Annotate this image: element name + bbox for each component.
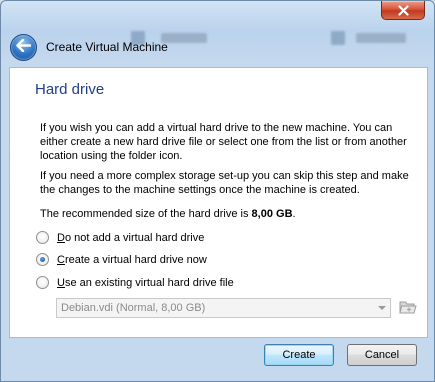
create-button[interactable]: Create xyxy=(264,344,334,366)
window-title: Create Virtual Machine xyxy=(46,40,168,54)
option-existing-hard-drive[interactable]: Use an existing virtual hard drive file xyxy=(36,276,234,289)
title-bar: Create Virtual Machine xyxy=(10,31,425,63)
intro-text: If you wish you can add a virtual hard d… xyxy=(40,122,407,162)
option-create-hard-drive[interactable]: Create a virtual hard drive now xyxy=(36,253,207,266)
close-icon xyxy=(397,4,409,16)
recommended-size-value: 8,00 GB xyxy=(251,208,293,220)
cancel-button[interactable]: Cancel xyxy=(347,344,417,366)
folder-icon xyxy=(399,299,417,318)
chevron-down-icon xyxy=(378,306,386,310)
advanced-storage-text: If you need a more complex storage set-u… xyxy=(40,170,409,196)
option-no-hard-drive[interactable]: Do not add a virtual hard drive xyxy=(36,231,204,244)
option-no-hard-drive-label: Do not add a virtual hard drive xyxy=(57,231,205,244)
back-arrow-icon xyxy=(16,38,32,55)
dialog-window: Create Virtual Machine Hard drive If you… xyxy=(0,0,435,382)
option-existing-hard-drive-label: Use an existing virtual hard drive file xyxy=(57,276,234,289)
close-button[interactable] xyxy=(381,1,425,20)
existing-file-select[interactable]: Debian.vdi (Normal, 8,00 GB) xyxy=(56,298,391,318)
recommended-size-suffix: . xyxy=(292,208,296,220)
radio-create-hard-drive[interactable] xyxy=(36,253,49,266)
existing-file-selected-value: Debian.vdi (Normal, 8,00 GB) xyxy=(61,302,206,314)
choose-file-button[interactable] xyxy=(398,298,418,318)
back-button[interactable] xyxy=(10,33,37,61)
page-heading: Hard drive xyxy=(35,81,105,98)
wizard-page: Hard drive If you wish you can add a vir… xyxy=(9,67,428,338)
radio-existing-hard-drive[interactable] xyxy=(36,276,49,289)
radio-no-hard-drive[interactable] xyxy=(36,231,49,244)
option-create-hard-drive-label: Create a virtual hard drive now xyxy=(57,253,207,266)
recommended-size-prefix: The recommended size of the hard drive i… xyxy=(40,208,252,220)
recommended-size-text: The recommended size of the hard drive i… xyxy=(40,207,410,221)
